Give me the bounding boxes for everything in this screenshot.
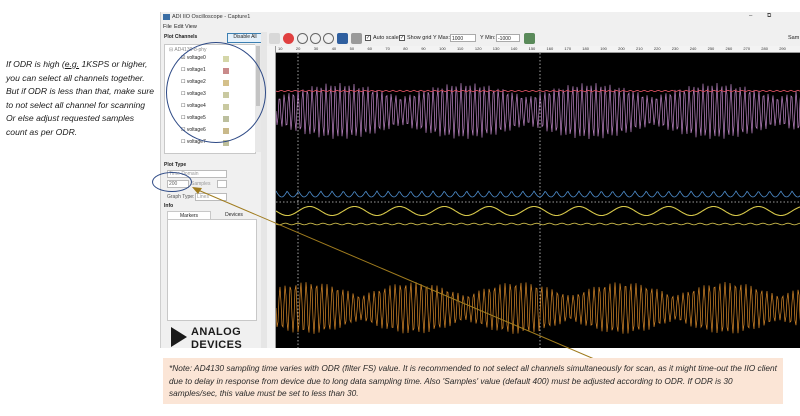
samples-highlight-ellipse [152, 172, 192, 192]
note-text: *Note: AD4130 sampling time varies with … [169, 363, 777, 398]
annotation-arrow-line [197, 189, 621, 371]
annotation-arrow-head [192, 187, 202, 194]
note-box: *Note: AD4130 sampling time varies with … [163, 358, 783, 404]
channels-highlight-ellipse [166, 42, 266, 143]
annotation-overlay [192, 187, 621, 371]
